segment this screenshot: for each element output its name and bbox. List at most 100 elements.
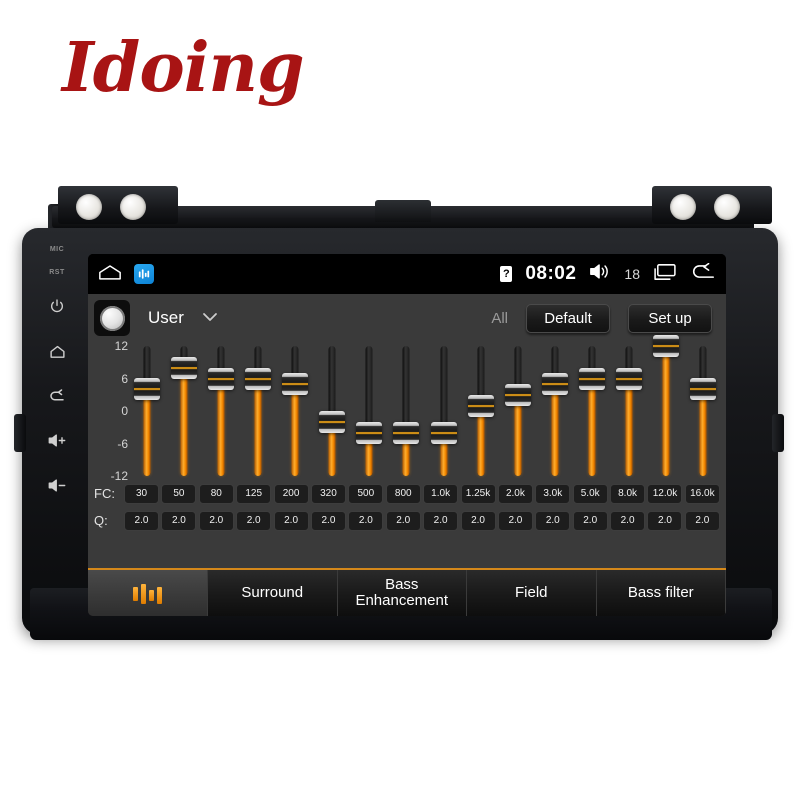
fc-chip[interactable]: 320 — [310, 483, 346, 504]
fc-row: FC: 30 50 80 125 200 320 500 800 1.0k 1.25k 2.0k 3.… — [88, 480, 726, 507]
q-chip[interactable]: 2.0 — [310, 510, 346, 531]
fc-chip[interactable]: 200 — [273, 483, 309, 504]
fc-chip[interactable]: 16.0k — [684, 483, 720, 504]
eq-band-fill — [625, 378, 633, 476]
fc-chip[interactable]: 30 — [124, 483, 159, 504]
fc-chip[interactable]: 50 — [161, 483, 197, 504]
eq-band-thumb[interactable] — [689, 378, 716, 401]
side-knob-right[interactable] — [772, 414, 784, 452]
fc-chip[interactable]: 80 — [198, 483, 234, 504]
q-chip[interactable]: 2.0 — [684, 510, 720, 531]
eq-band[interactable] — [280, 342, 310, 480]
back-icon-bezel[interactable] — [48, 389, 66, 407]
q-chip-list: 2.0 2.0 2.0 2.0 2.0 2.0 2.0 2.0 2.0 2.0 2.0 2.0 2.0 2… — [124, 510, 720, 531]
all-label[interactable]: All — [491, 310, 508, 327]
eq-band[interactable] — [651, 335, 681, 480]
profile-avatar[interactable] — [94, 300, 130, 336]
q-chip[interactable]: 2.0 — [610, 510, 646, 531]
fc-chip[interactable]: 1.0k — [423, 483, 459, 504]
eq-band-fill — [143, 389, 151, 476]
eq-band[interactable] — [132, 342, 162, 480]
side-knob-left[interactable] — [14, 414, 26, 452]
q-chip[interactable]: 2.0 — [385, 510, 421, 531]
eq-band[interactable] — [688, 342, 718, 480]
bracket-hole-3 — [670, 194, 696, 220]
eq-band-thumb[interactable] — [245, 367, 272, 390]
power-icon[interactable] — [49, 298, 65, 318]
volume-down-icon[interactable] — [47, 478, 67, 497]
mic-label: MIC — [49, 246, 65, 253]
eq-band[interactable] — [354, 342, 384, 480]
profile-label[interactable]: User — [148, 308, 184, 328]
q-chip[interactable]: 2.0 — [124, 510, 159, 531]
eq-band-thumb[interactable] — [393, 421, 420, 444]
q-chip[interactable]: 2.0 — [647, 510, 683, 531]
eq-band-thumb[interactable] — [504, 383, 531, 406]
eq-band-thumb[interactable] — [134, 378, 160, 401]
fc-chip[interactable]: 1.25k — [460, 483, 496, 504]
home-icon-bezel[interactable] — [49, 344, 66, 363]
fc-chip[interactable]: 12.0k — [647, 483, 683, 504]
q-chip[interactable]: 2.0 — [497, 510, 533, 531]
eq-band[interactable] — [466, 342, 496, 480]
eq-band[interactable] — [317, 342, 347, 480]
eq-band[interactable] — [577, 342, 607, 480]
fc-chip[interactable]: 2.0k — [497, 483, 533, 504]
default-button[interactable]: Default — [526, 303, 610, 333]
eq-band-thumb[interactable] — [356, 421, 383, 444]
touchscreen[interactable]: ? 08:02 18 User All Default Set up 12 6 … — [88, 254, 726, 616]
q-chip[interactable]: 2.0 — [348, 510, 384, 531]
eq-band[interactable] — [391, 342, 421, 480]
q-chip[interactable]: 2.0 — [535, 510, 571, 531]
setup-button[interactable]: Set up — [628, 303, 712, 333]
volume-up-icon[interactable] — [47, 433, 67, 452]
q-chip[interactable]: 2.0 — [460, 510, 496, 531]
equalizer-icon — [133, 582, 162, 604]
home-icon[interactable] — [98, 264, 122, 285]
eq-band-thumb[interactable] — [467, 394, 494, 417]
q-chip[interactable]: 2.0 — [236, 510, 272, 531]
eq-band[interactable] — [169, 342, 199, 480]
tab-bass-enhancement[interactable]: Bass Enhancement — [337, 570, 467, 616]
q-chip[interactable]: 2.0 — [572, 510, 608, 531]
fc-chip[interactable]: 8.0k — [610, 483, 646, 504]
recents-icon[interactable] — [653, 263, 677, 286]
tab-field[interactable]: Field — [467, 570, 597, 616]
eq-band[interactable] — [429, 342, 459, 480]
chevron-down-icon[interactable] — [202, 309, 218, 327]
eq-band-thumb[interactable] — [615, 367, 642, 390]
eq-slider-panel: 12 6 0 -6 -12 — [88, 335, 726, 483]
eq-band[interactable] — [614, 342, 644, 480]
eq-band[interactable] — [206, 342, 236, 480]
fc-chip[interactable]: 3.0k — [535, 483, 571, 504]
tab-surround[interactable]: Surround — [208, 570, 338, 616]
eq-band[interactable] — [503, 342, 533, 480]
fc-chip[interactable]: 500 — [348, 483, 384, 504]
eq-band-thumb[interactable] — [578, 367, 605, 390]
fc-chip[interactable]: 800 — [385, 483, 421, 504]
fc-chip[interactable]: 5.0k — [572, 483, 608, 504]
fc-chip-list: 30 50 80 125 200 320 500 800 1.0k 1.25k 2.0k 3.0k 5.… — [124, 483, 720, 504]
eq-band-thumb[interactable] — [652, 335, 679, 357]
tab-label: Bass filter — [627, 583, 694, 601]
eq-band-thumb[interactable] — [282, 372, 309, 395]
q-chip[interactable]: 2.0 — [198, 510, 234, 531]
q-chip[interactable]: 2.0 — [161, 510, 197, 531]
eq-band-thumb[interactable] — [319, 410, 346, 433]
back-icon[interactable] — [690, 262, 716, 286]
eq-band-thumb[interactable] — [208, 367, 235, 390]
eq-band[interactable] — [540, 342, 570, 480]
volume-icon[interactable] — [589, 263, 611, 285]
tab-bass-filter[interactable]: Bass filter — [596, 570, 726, 616]
eq-band-thumb[interactable] — [541, 372, 568, 395]
eq-band-thumb[interactable] — [171, 356, 198, 379]
fc-chip[interactable]: 125 — [236, 483, 272, 504]
tab-equalizer[interactable] — [88, 570, 208, 616]
eq-band[interactable] — [243, 342, 273, 480]
audio-app-icon[interactable] — [134, 264, 154, 284]
q-chip[interactable]: 2.0 — [423, 510, 459, 531]
q-chip[interactable]: 2.0 — [273, 510, 309, 531]
eq-band-thumb[interactable] — [430, 421, 457, 444]
bracket-hole-2 — [120, 194, 146, 220]
equalizer-app: User All Default Set up 12 6 0 -6 -12 FC: 30… — [88, 294, 726, 616]
